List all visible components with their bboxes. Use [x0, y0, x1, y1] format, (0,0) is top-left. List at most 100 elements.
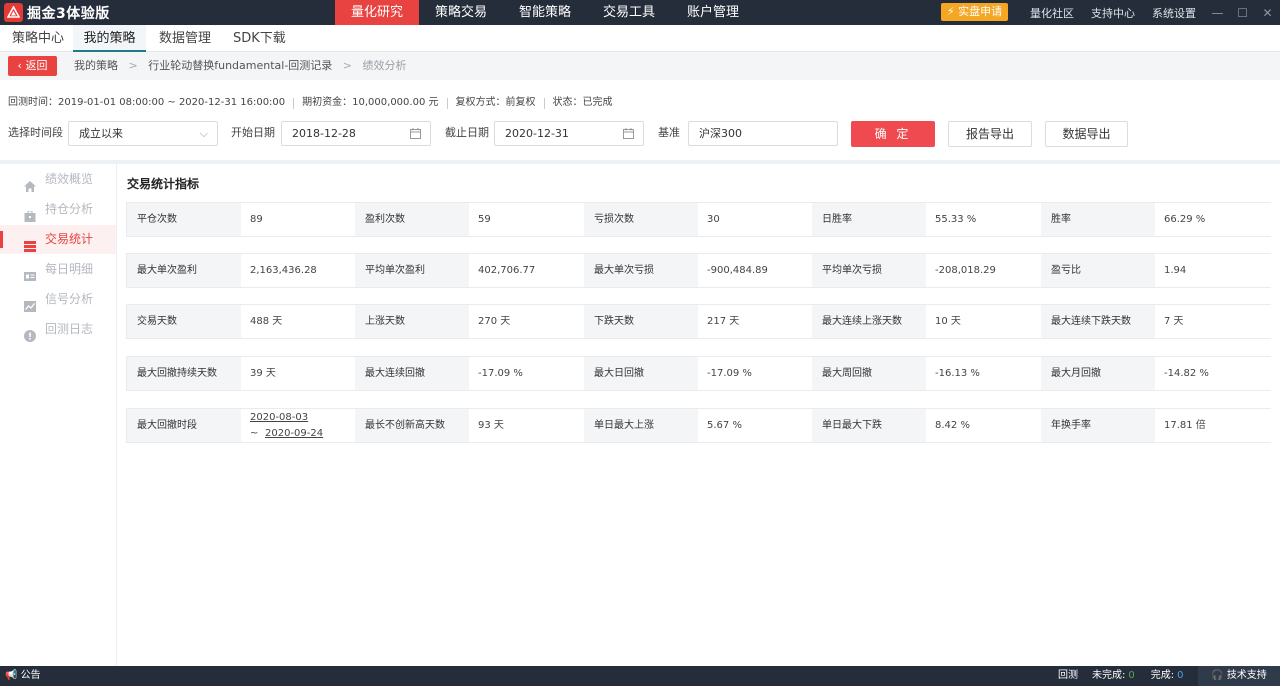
stat-value: 402,706.77 — [469, 254, 584, 287]
close-icon[interactable]: ✕ — [1255, 6, 1280, 20]
stat-label: 最大月回撤 — [1041, 357, 1158, 390]
stat-value: 30 — [698, 203, 812, 236]
stat-value: 10 天 — [926, 305, 1041, 338]
end-date-label: 截止日期 — [445, 126, 489, 139]
benchmark-input[interactable]: 沪深300 — [688, 121, 838, 146]
start-date-label: 开始日期 — [231, 126, 275, 139]
drawdown-start-date[interactable]: 2020-08-03 — [250, 411, 308, 424]
sub-nav: 策略中心 我的策略 数据管理 SDK下载 — [0, 25, 1280, 52]
filter-bar: 选择时间段 成立以来 ⌵ 开始日期 2018-12-28 截止日期 2020-1… — [0, 118, 1280, 150]
backtest-period: 回测时间：2019-01-01 08:00:00 ~ 2020-12-31 16… — [8, 97, 286, 108]
sidebar-item-signal-analysis[interactable]: 信号分析 — [0, 285, 116, 314]
stat-value: -16.13 % — [926, 357, 1041, 390]
finished-count: 0 — [1177, 670, 1184, 681]
calendar-icon — [410, 122, 421, 147]
info-circle-icon — [24, 324, 36, 342]
nav-trading-tools[interactable]: 交易工具 — [587, 0, 671, 25]
sidebar-item-performance-overview[interactable]: 绩效概览 — [0, 165, 116, 194]
stat-label: 单日最大下跌 — [812, 409, 927, 442]
stats-row: 最大回撤时段 2020-08-03 ~2020-09-24 最长不创新高天数 93 天单… — [126, 408, 1272, 443]
stat-value: 89 — [241, 203, 355, 236]
live-trading-apply-button[interactable]: ⚡ 实盘申请 — [941, 3, 1008, 21]
nav-quant-research[interactable]: 量化研究 — [335, 0, 419, 25]
logo-icon — [4, 3, 23, 22]
sidebar-item-daily-detail[interactable]: 每日明细 — [0, 255, 116, 284]
confirm-button[interactable]: 确 定 — [851, 121, 935, 147]
stat-label: 日胜率 — [812, 203, 927, 236]
app-title: 掘金3体验版 — [27, 5, 110, 22]
stat-value: -900,484.89 — [698, 254, 812, 287]
link-support-center[interactable]: 支持中心 — [1091, 5, 1135, 21]
stat-value: 17.81 倍 — [1155, 409, 1272, 442]
stat-label: 下跌天数 — [584, 305, 698, 338]
end-date-input[interactable]: 2020-12-31 — [494, 121, 644, 146]
stat-label: 最大连续回撤 — [355, 357, 470, 390]
stat-value: 2020-08-03 ~2020-09-24 — [241, 409, 355, 442]
info-divider — [543, 98, 545, 109]
drawdown-range-tilde: ~ — [250, 428, 259, 439]
report-export-button[interactable]: 报告导出 — [948, 121, 1032, 147]
stat-label: 最大连续上涨天数 — [812, 305, 927, 338]
tab-data-management[interactable]: 数据管理 — [159, 25, 211, 52]
trade-stats-panel: 交易统计指标 平仓次数 89 盈利次数 59 亏损次数 30 日胜率 55.33 % 胜率 66.… — [118, 164, 1280, 666]
list-icon — [24, 234, 36, 252]
period-select[interactable]: 成立以来 ⌵ — [68, 121, 218, 146]
window-controls: — ☐ ✕ — [1205, 0, 1280, 25]
notice-button[interactable]: 📢 公告 — [5, 666, 41, 686]
backtest-status: 状态：已完成 — [552, 97, 613, 108]
link-quant-community[interactable]: 量化社区 — [1030, 5, 1074, 21]
unfinished-label: 未完成: — [1092, 670, 1126, 681]
stat-label: 最长不创新高天数 — [355, 409, 470, 442]
nav-smart-strategy[interactable]: 智能策略 — [503, 0, 587, 25]
stat-label: 胜率 — [1041, 203, 1158, 236]
chevron-left-icon: ‹ — [17, 59, 22, 72]
unfinished-count: 0 — [1128, 670, 1135, 681]
tab-my-strategy[interactable]: 我的策略 — [73, 25, 146, 52]
main-nav: 量化研究 策略交易 智能策略 交易工具 账户管理 — [335, 0, 755, 25]
chevron-down-icon: ⌵ — [199, 127, 208, 140]
breadcrumb-bar: ‹ 返回 我的策略 > 行业轮动替换fundamental-回测记录 > 绩效分… — [0, 52, 1280, 80]
breadcrumb-my-strategy[interactable]: 我的策略 — [74, 59, 118, 72]
stat-label: 上涨天数 — [355, 305, 470, 338]
stat-label: 单日最大上涨 — [584, 409, 698, 442]
tab-sdk-download[interactable]: SDK下载 — [233, 25, 286, 52]
stat-label: 最大单次亏损 — [584, 254, 698, 287]
stat-label: 最大回撤时段 — [127, 409, 241, 442]
stat-value: 1.94 — [1155, 254, 1272, 287]
maximize-icon[interactable]: ☐ — [1230, 6, 1255, 20]
stat-value: 488 天 — [241, 305, 355, 338]
nav-strategy-trading[interactable]: 策略交易 — [419, 0, 503, 25]
stat-value: 93 天 — [469, 409, 584, 442]
period-label: 选择时间段 — [8, 126, 63, 139]
status-bar: 📢 公告 回测 未完成: 0 完成: 0 🎧 技术支持 — [0, 666, 1280, 686]
minimize-icon[interactable]: — — [1205, 6, 1230, 20]
breadcrumb-separator-icon: > — [342, 59, 353, 72]
start-date-input[interactable]: 2018-12-28 — [281, 121, 431, 146]
breadcrumb-backtest-record[interactable]: 行业轮动替换fundamental-回测记录 — [148, 59, 332, 72]
stat-value: -14.82 % — [1155, 357, 1272, 390]
stat-value: 8.42 % — [926, 409, 1041, 442]
sidebar: 绩效概览 持仓分析 交易统计 每日明细 信号分析 回测日志 — [0, 164, 117, 666]
calendar-icon — [623, 122, 634, 147]
stats-row: 最大单次盈利 2,163,436.28 平均单次盈利 402,706.77 最大单次亏损… — [126, 253, 1272, 288]
megaphone-icon: 📢 — [5, 670, 18, 681]
sidebar-item-trade-stats[interactable]: 交易统计 — [0, 225, 116, 254]
stats-row: 最大回撤持续天数 39 天最大连续回撤 -17.09 % 最大日回撤 -17.09 % 最… — [126, 356, 1272, 391]
drawdown-end-date[interactable]: 2020-09-24 — [265, 427, 323, 440]
stat-value: 7 天 — [1155, 305, 1272, 338]
sidebar-item-backtest-log[interactable]: 回测日志 — [0, 315, 116, 344]
info-divider — [293, 98, 295, 109]
backtest-info: 回测时间：2019-01-01 08:00:00 ~ 2020-12-31 16… — [8, 93, 613, 113]
link-system-settings[interactable]: 系统设置 — [1152, 5, 1196, 21]
tab-strategy-center[interactable]: 策略中心 — [12, 25, 64, 52]
section-title: 交易统计指标 — [127, 177, 200, 191]
nav-account-management[interactable]: 账户管理 — [671, 0, 755, 25]
tech-support-button[interactable]: 🎧 技术支持 — [1198, 666, 1280, 686]
task-status: 回测 未完成: 0 完成: 0 — [1058, 666, 1184, 686]
data-export-button[interactable]: 数据导出 — [1045, 121, 1128, 147]
id-card-icon — [24, 264, 36, 281]
back-button[interactable]: ‹ 返回 — [8, 56, 57, 76]
sidebar-item-position-analysis[interactable]: 持仓分析 — [0, 195, 116, 224]
info-divider — [446, 98, 448, 109]
headset-icon: 🎧 — [1211, 670, 1224, 681]
